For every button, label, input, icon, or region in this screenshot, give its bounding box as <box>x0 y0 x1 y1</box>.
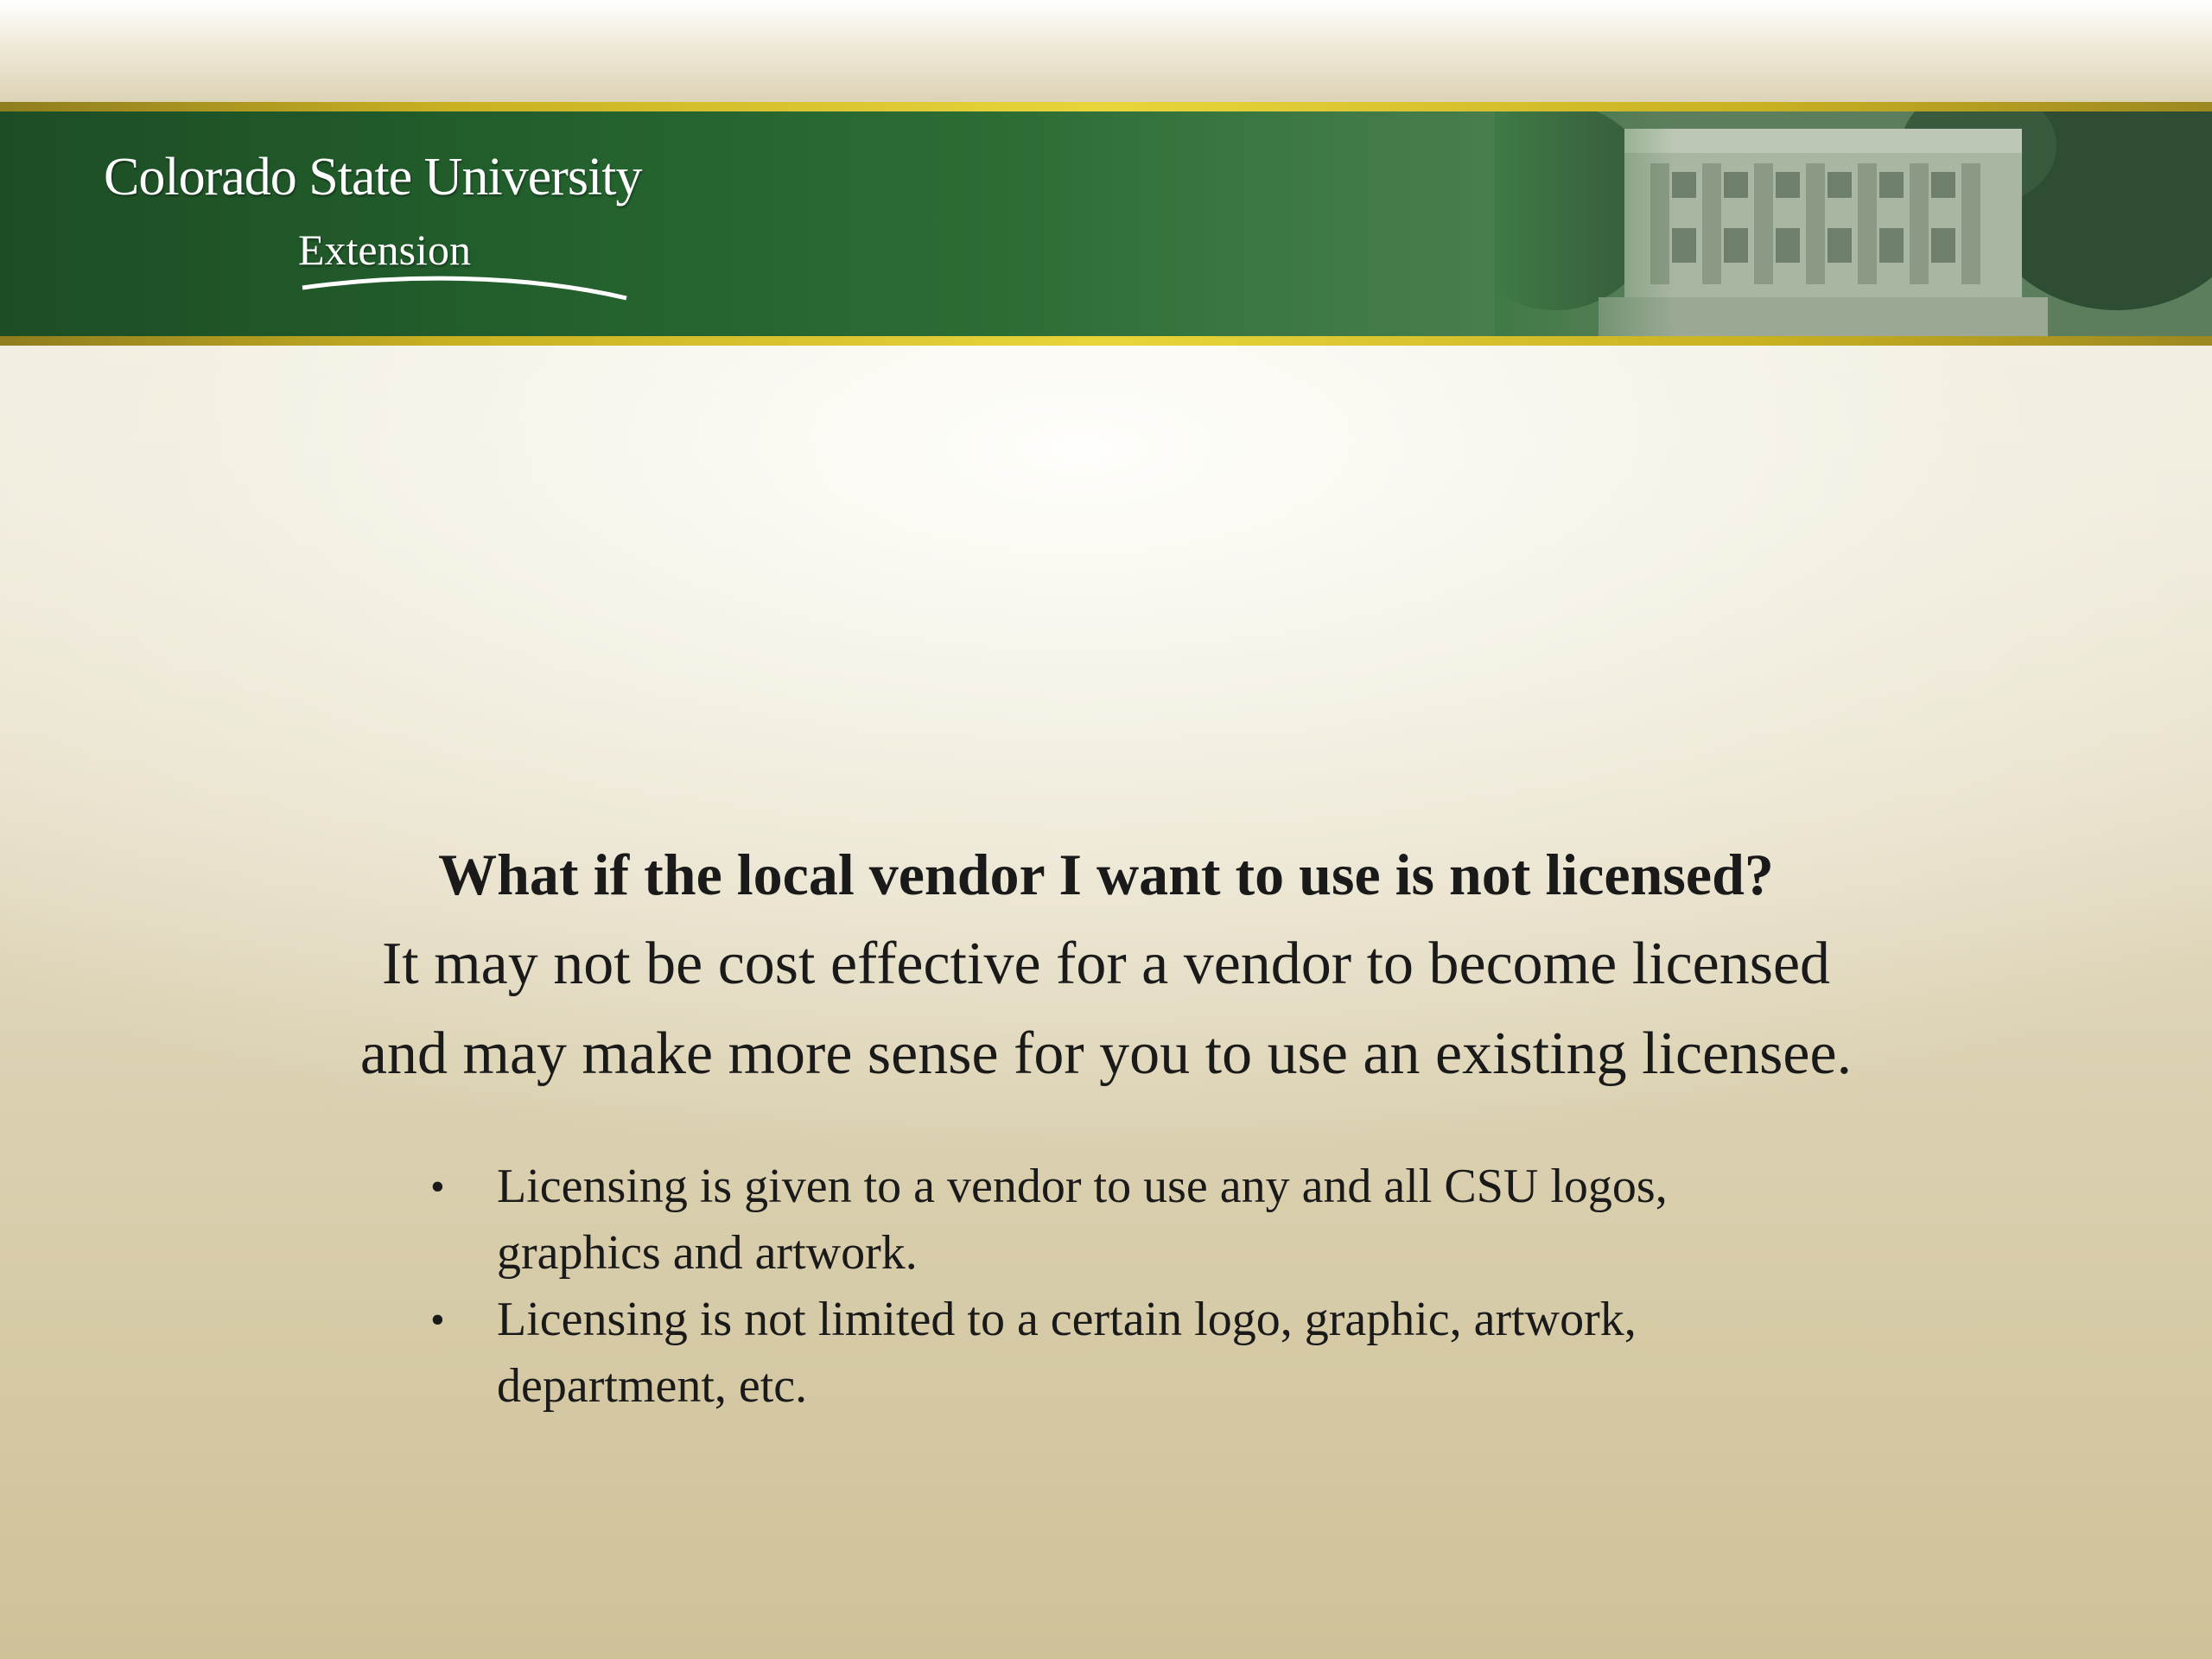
bullet-text-line: Licensing is not limited to a certain lo… <box>497 1293 1637 1346</box>
bullet-text-line: graphics and artwork. <box>497 1226 918 1280</box>
bullet-icon: • <box>430 1297 445 1343</box>
top-band <box>0 0 2212 102</box>
logo-swoosh-icon <box>302 276 627 301</box>
gold-rule-bottom <box>0 336 2212 346</box>
csu-extension-logo: Colorado State University Extension <box>104 138 726 311</box>
gold-rule-top <box>0 102 2212 111</box>
slide: Colorado State University Extension What… <box>0 0 2212 1659</box>
answer-line-2: and may make more sense for you to use a… <box>359 1020 1853 1087</box>
bullet-text-line: Licensing is given to a vendor to use an… <box>497 1160 1668 1213</box>
logo-extension-text: Extension <box>298 226 471 274</box>
bullet-item: • Licensing is given to a vendor to use … <box>423 1154 1892 1287</box>
bullet-item: • Licensing is not limited to a certain … <box>423 1287 1892 1420</box>
slide-body: What if the local vendor I want to use i… <box>0 830 2212 1099</box>
bullet-list: • Licensing is given to a vendor to use … <box>423 1154 1892 1420</box>
bullet-icon: • <box>430 1164 445 1210</box>
question-heading: What if the local vendor I want to use i… <box>438 842 1774 907</box>
answer-line-1: It may not be cost effective for a vendo… <box>381 931 1831 997</box>
bullet-text-line: department, etc. <box>497 1359 808 1413</box>
building-photo <box>1495 111 2212 336</box>
logo-university-name: Colorado State University <box>104 148 642 207</box>
